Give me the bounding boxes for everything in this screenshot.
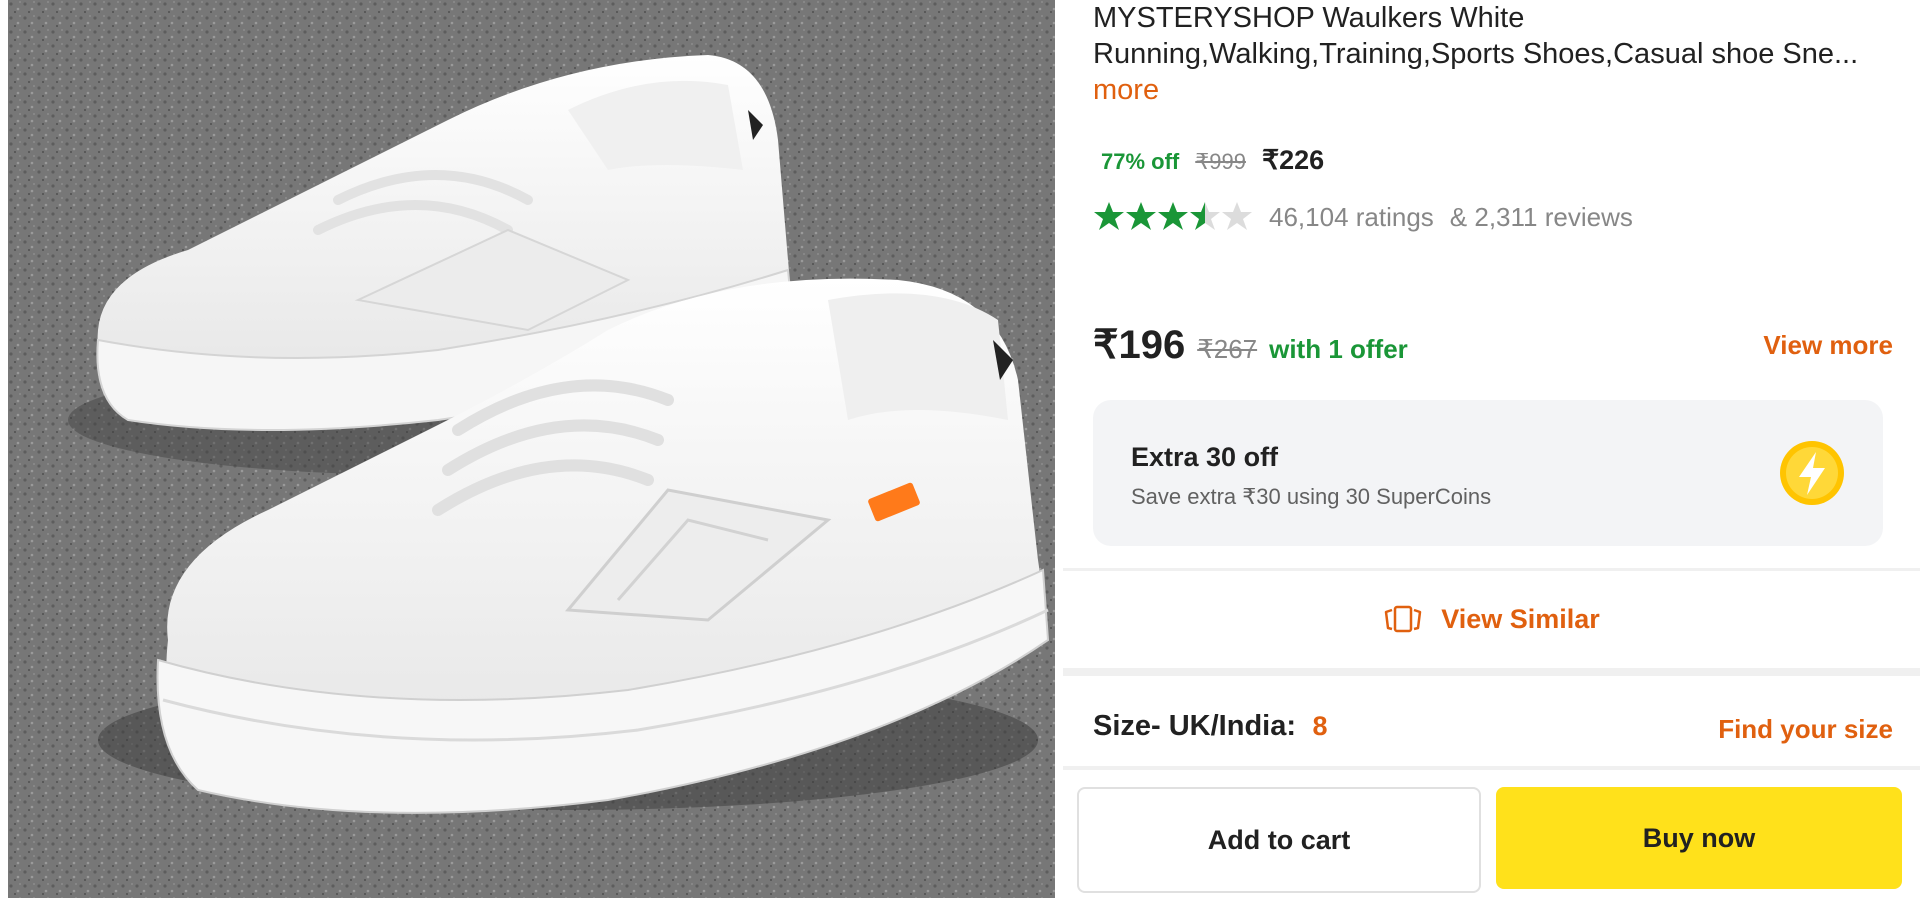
sneaker-photo	[8, 0, 1055, 898]
divider	[1063, 668, 1920, 676]
supercoins-title: Extra 30 off	[1131, 442, 1279, 472]
view-similar-button[interactable]: View Similar	[1063, 572, 1920, 666]
selling-price: ₹226	[1261, 145, 1325, 175]
lightning-bolt-icon	[1780, 441, 1844, 505]
product-details-panel: MYSTERYSHOP Waulkers White Running,Walki…	[1063, 0, 1920, 903]
product-title: MYSTERYSHOP Waulkers White Running,Walki…	[1093, 0, 1873, 108]
size-row: Size- UK/India: 8 Find your size	[1093, 710, 1893, 754]
price-row: 77% off ₹999 ₹226	[1101, 145, 1324, 176]
offer-price: ₹196	[1093, 323, 1186, 367]
star-rating	[1093, 200, 1253, 234]
view-similar-icon	[1384, 605, 1422, 633]
product-image[interactable]	[8, 0, 1055, 898]
add-to-cart-button[interactable]: Add to cart	[1077, 787, 1481, 893]
reviews-count: & 2,311 reviews	[1449, 201, 1633, 232]
offer-price-row: ₹196 ₹267 with 1 offer View more	[1093, 322, 1893, 372]
product-title-text: MYSTERYSHOP Waulkers White Running,Walki…	[1093, 2, 1859, 70]
divider	[1063, 766, 1920, 770]
ratings-count: 46,104 ratings	[1269, 201, 1434, 232]
size-value: 8	[1312, 711, 1328, 741]
view-more-link[interactable]: View more	[1763, 330, 1893, 361]
divider	[1063, 568, 1920, 571]
find-your-size-link[interactable]: Find your size	[1718, 714, 1893, 745]
rating-row[interactable]: 46,104 ratings & 2,311 reviews	[1093, 200, 1633, 234]
view-similar-label: View Similar	[1441, 603, 1600, 634]
more-link[interactable]: more	[1093, 74, 1159, 106]
stars-icon	[1094, 202, 1252, 230]
size-label: Size- UK/India:	[1093, 710, 1297, 742]
offer-count-text: with 1 offer	[1269, 334, 1408, 364]
supercoins-subtitle: Save extra ₹30 using 30 SuperCoins	[1131, 484, 1492, 509]
offer-mrp-strikethrough: ₹267	[1197, 334, 1258, 364]
supercoins-card[interactable]: Extra 30 off Save extra ₹30 using 30 Sup…	[1093, 400, 1883, 546]
discount-badge: 77% off	[1101, 149, 1180, 174]
buy-now-button[interactable]: Buy now	[1496, 787, 1902, 889]
mrp-strikethrough: ₹999	[1195, 149, 1246, 174]
